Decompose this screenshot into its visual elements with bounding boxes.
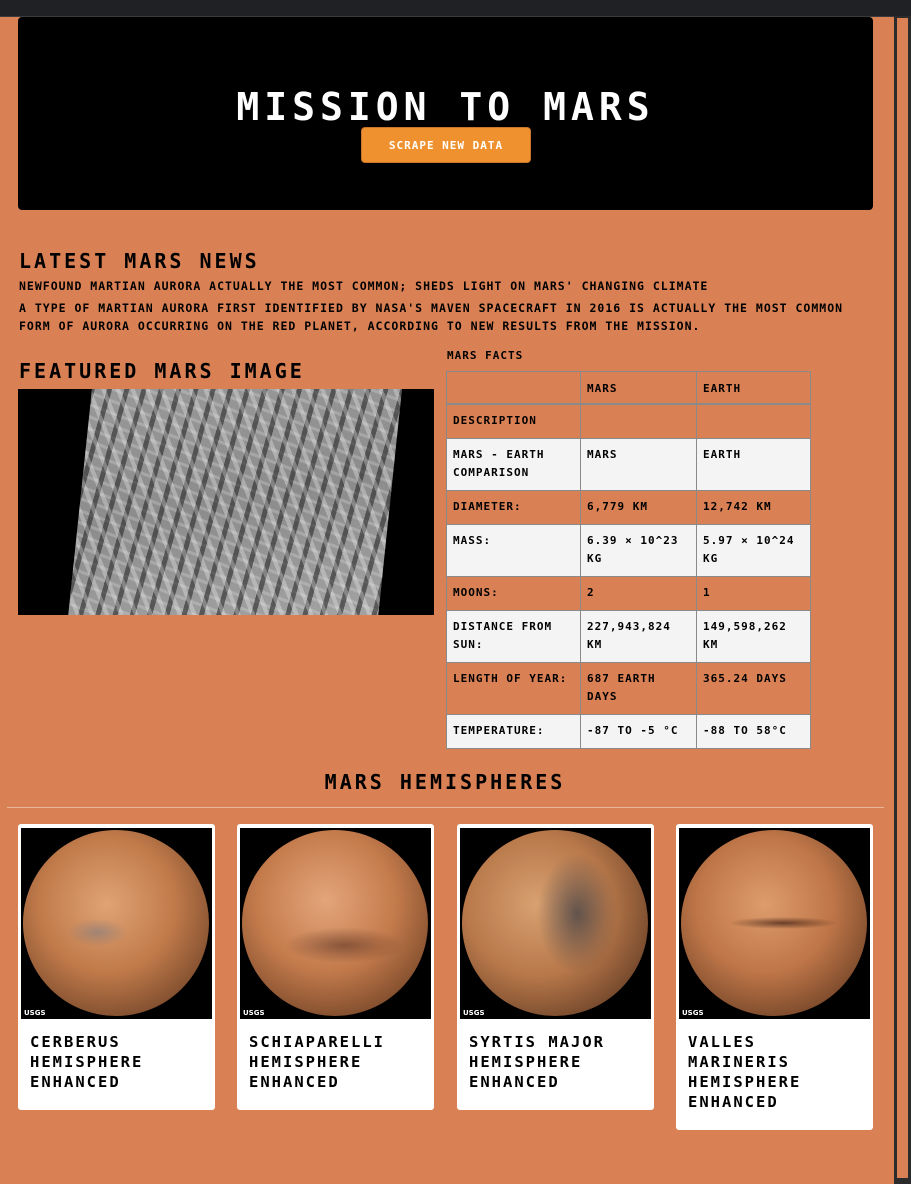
table-cell: DESCRIPTION bbox=[446, 403, 581, 439]
hemisphere-thumbnail[interactable]: USGS bbox=[679, 828, 870, 1019]
table-cell: TEMPERATURE: bbox=[446, 714, 581, 749]
table-cell: LENGTH OF YEAR: bbox=[446, 662, 581, 715]
table-cell: EARTH bbox=[696, 438, 811, 491]
usgs-logo: USGS bbox=[682, 1009, 704, 1017]
table-cell: -87 TO -5 °C bbox=[580, 714, 697, 749]
mars-globe-image bbox=[23, 830, 209, 1016]
table-cell: 5.97 × 10^24 KG bbox=[696, 524, 811, 577]
header-banner: MISSION TO MARS SCRAPE NEW DATA bbox=[18, 17, 873, 210]
mars-globe-image bbox=[681, 830, 867, 1016]
table-cell: 6,779 KM bbox=[580, 490, 697, 525]
usgs-logo: USGS bbox=[24, 1009, 46, 1017]
news-heading: LATEST MARS NEWS bbox=[19, 249, 260, 273]
table-cell: -88 TO 58°C bbox=[696, 714, 811, 749]
scrollbar[interactable] bbox=[894, 16, 911, 1184]
table-row: DISTANCE FROM SUN: 227,943,824 KM 149,59… bbox=[446, 610, 811, 663]
hemisphere-card-syrtis-major[interactable]: USGS SYRTIS MAJOR HEMISPHERE ENHANCED bbox=[457, 824, 654, 1110]
hemisphere-title[interactable]: SYRTIS MAJOR HEMISPHERE ENHANCED bbox=[460, 1019, 651, 1110]
table-cell bbox=[580, 403, 697, 439]
table-cell: 227,943,824 KM bbox=[580, 610, 697, 663]
scrape-button[interactable]: SCRAPE NEW DATA bbox=[361, 127, 531, 163]
table-cell: 149,598,262 KM bbox=[696, 610, 811, 663]
table-cell: MOONS: bbox=[446, 576, 581, 611]
table-row: MOONS: 2 1 bbox=[446, 576, 811, 611]
hemisphere-card-valles-marineris[interactable]: USGS VALLES MARINERIS HEMISPHERE ENHANCE… bbox=[676, 824, 873, 1130]
table-cell: 1 bbox=[696, 576, 811, 611]
table-cell: 365.24 DAYS bbox=[696, 662, 811, 715]
table-cell: 6.39 × 10^23 KG bbox=[580, 524, 697, 577]
table-cell bbox=[696, 403, 811, 439]
browser-top-bar bbox=[0, 0, 911, 17]
hemisphere-thumbnail[interactable]: USGS bbox=[240, 828, 431, 1019]
hemisphere-title[interactable]: CERBERUS HEMISPHERE ENHANCED bbox=[21, 1019, 212, 1110]
column-header: EARTH bbox=[696, 371, 811, 405]
hemisphere-thumbnail[interactable]: USGS bbox=[460, 828, 651, 1019]
featured-mars-image bbox=[18, 389, 434, 615]
table-row: TEMPERATURE: -87 TO -5 °C -88 TO 58°C bbox=[446, 714, 811, 749]
table-cell: MARS - EARTH COMPARISON bbox=[446, 438, 581, 491]
column-header: MARS bbox=[580, 371, 697, 405]
table-row: MASS: 6.39 × 10^23 KG 5.97 × 10^24 KG bbox=[446, 524, 811, 577]
table-row: LENGTH OF YEAR: 687 EARTH DAYS 365.24 DA… bbox=[446, 662, 811, 715]
news-paragraph: A TYPE OF MARTIAN AURORA FIRST IDENTIFIE… bbox=[19, 301, 844, 333]
scrollbar-thumb[interactable] bbox=[897, 18, 908, 1178]
hemisphere-card-cerberus[interactable]: USGS CERBERUS HEMISPHERE ENHANCED bbox=[18, 824, 215, 1110]
divider bbox=[7, 807, 884, 808]
table-row: DESCRIPTION bbox=[446, 403, 811, 439]
hemisphere-thumbnail[interactable]: USGS bbox=[21, 828, 212, 1019]
mars-globe-image bbox=[242, 830, 428, 1016]
table-cell: 687 EARTH DAYS bbox=[580, 662, 697, 715]
table-cell: DISTANCE FROM SUN: bbox=[446, 610, 581, 663]
dune-field-image bbox=[66, 389, 404, 615]
news-title: NEWFOUND MARTIAN AURORA ACTUALLY THE MOS… bbox=[19, 279, 709, 293]
hemisphere-title[interactable]: SCHIAPARELLI HEMISPHERE ENHANCED bbox=[240, 1019, 431, 1110]
hemispheres-heading: MARS HEMISPHERES bbox=[324, 770, 566, 794]
table-row: MARS - EARTH COMPARISON MARS EARTH bbox=[446, 438, 811, 491]
usgs-logo: USGS bbox=[463, 1009, 485, 1017]
hemisphere-title[interactable]: VALLES MARINERIS HEMISPHERE ENHANCED bbox=[679, 1019, 870, 1130]
usgs-logo: USGS bbox=[243, 1009, 265, 1017]
table-row: DIAMETER: 6,779 KM 12,742 KM bbox=[446, 490, 811, 525]
hemisphere-card-schiaparelli[interactable]: USGS SCHIAPARELLI HEMISPHERE ENHANCED bbox=[237, 824, 434, 1110]
column-header bbox=[446, 371, 581, 405]
table-cell: DIAMETER: bbox=[446, 490, 581, 525]
table-cell: 2 bbox=[580, 576, 697, 611]
table-header-row: MARS EARTH bbox=[446, 371, 811, 405]
mars-globe-image bbox=[462, 830, 648, 1016]
table-cell: MARS bbox=[580, 438, 697, 491]
mars-facts-table: MARS EARTH DESCRIPTION MARS - EARTH COMP… bbox=[446, 371, 811, 749]
facts-caption: MARS FACTS bbox=[447, 349, 524, 362]
page-title: MISSION TO MARS bbox=[236, 85, 655, 129]
table-cell: MASS: bbox=[446, 524, 581, 577]
featured-image-heading: FEATURED MARS IMAGE bbox=[19, 359, 305, 383]
table-cell: 12,742 KM bbox=[696, 490, 811, 525]
